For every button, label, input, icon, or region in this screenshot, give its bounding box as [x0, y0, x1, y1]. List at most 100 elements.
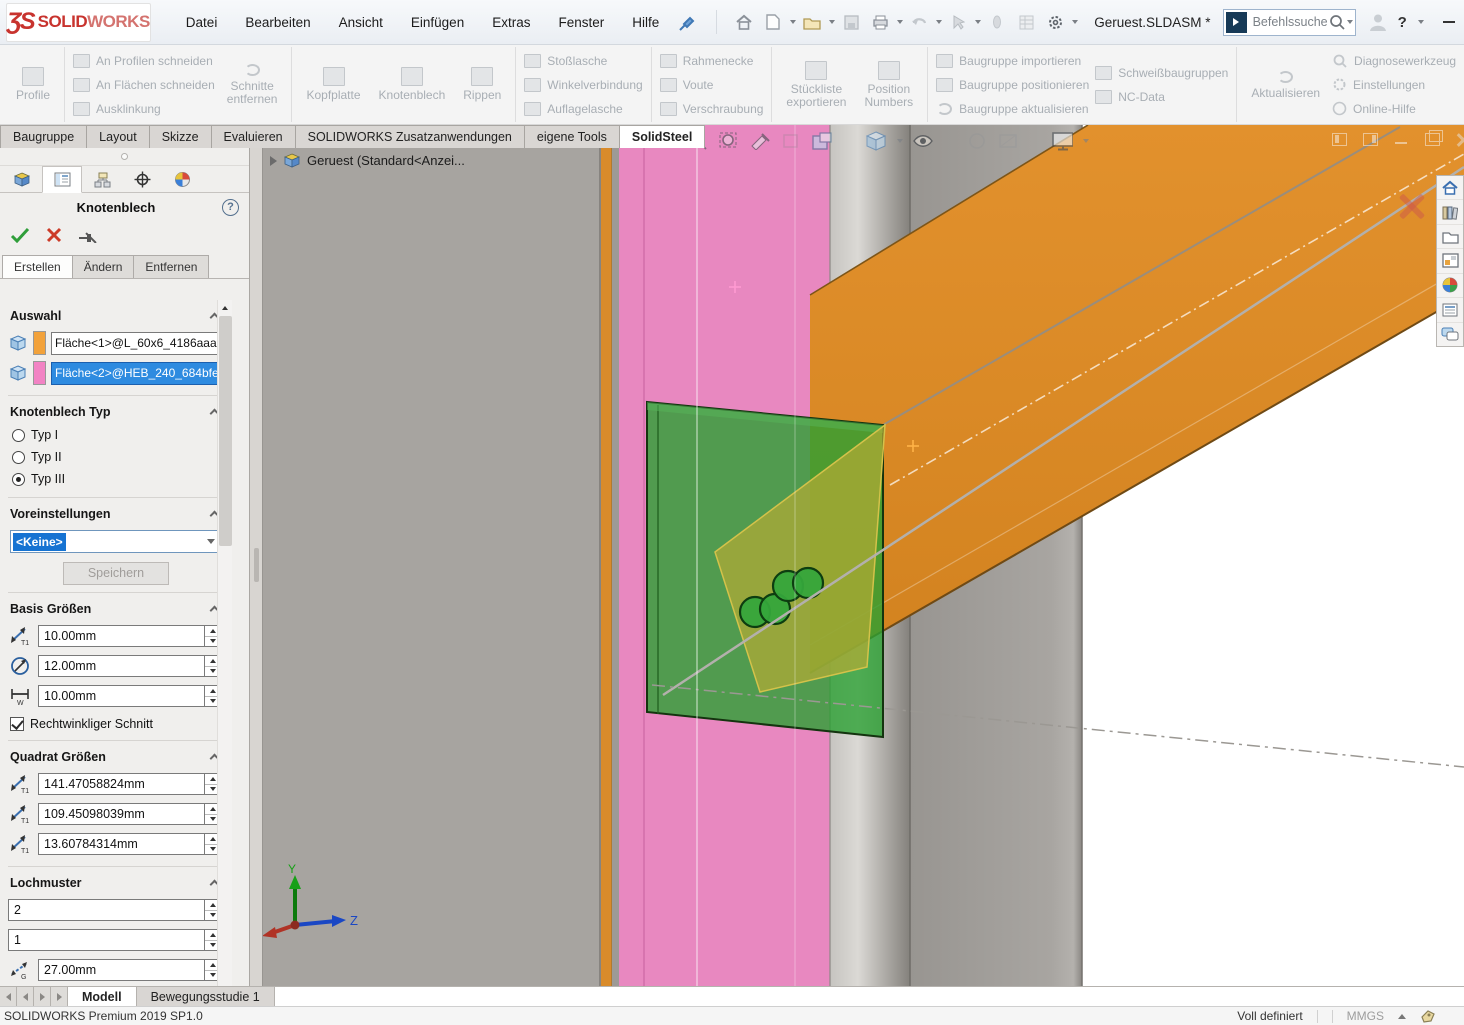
online-help-button[interactable]: Online-Hilfe	[1332, 99, 1456, 119]
new-document-caret-icon[interactable]	[790, 20, 796, 24]
position-assembly-button[interactable]: Baugruppe positionieren	[936, 75, 1089, 95]
radio-typ-2[interactable]: Typ II	[0, 446, 232, 468]
help-icon[interactable]: ?	[222, 199, 239, 216]
end-plate-button[interactable]: Kopfplatte	[300, 67, 366, 102]
tab-skizze[interactable]: Skizze	[149, 125, 212, 148]
settings-button[interactable]: Einstellungen	[1332, 75, 1456, 95]
undo-caret-icon[interactable]	[936, 20, 942, 24]
preset-dropdown[interactable]: <Keine>	[10, 530, 222, 553]
cope-button[interactable]: Ausklinkung	[73, 99, 215, 119]
menu-hilfe[interactable]: Hilfe	[619, 9, 672, 36]
configuration-manager-tab[interactable]	[82, 166, 122, 193]
tree-expand-icon[interactable]	[270, 156, 277, 166]
thickness-field[interactable]: 10.00mm	[38, 625, 222, 647]
orientation-caret-icon[interactable]	[897, 139, 903, 143]
mode-erstellen-tab[interactable]: Erstellen	[2, 255, 73, 278]
command-search[interactable]: Befehlssuche	[1223, 9, 1356, 36]
help-caret-icon[interactable]	[1418, 20, 1424, 24]
menu-einfuegen[interactable]: Einfügen	[398, 9, 477, 36]
quadrat-field-3[interactable]: 13.60784314mm	[38, 833, 222, 855]
new-document-icon[interactable]	[760, 10, 786, 34]
diameter-field[interactable]: 12.00mm	[38, 655, 222, 677]
unit-system[interactable]: MMGS	[1347, 1009, 1384, 1023]
import-assembly-button[interactable]: Baugruppe importieren	[936, 51, 1089, 71]
vertical-profile-edge-selected[interactable]	[601, 125, 612, 986]
diagnostics-button[interactable]: Diagnosewerkzeug	[1332, 51, 1456, 71]
feature-tree-tab[interactable]	[2, 166, 42, 193]
section-voreinstellungen-header[interactable]: Voreinstellungen	[0, 498, 232, 526]
tab-evaluieren[interactable]: Evaluieren	[211, 125, 296, 148]
profile-button[interactable]: Profile	[10, 67, 56, 102]
menu-extras[interactable]: Extras	[479, 9, 543, 36]
magnifier-icon[interactable]	[1328, 13, 1346, 31]
select-caret-icon[interactable]	[975, 20, 981, 24]
forum-icon[interactable]	[1437, 323, 1463, 346]
motion-study-tab[interactable]: Bewegungsstudie 1	[137, 987, 275, 1006]
tab-solidsteel[interactable]: SolidSteel	[619, 125, 705, 148]
toggle-right-pane-icon[interactable]	[1363, 133, 1378, 146]
hole-count-field-2[interactable]: 1	[8, 929, 222, 951]
doc-minimize-icon[interactable]	[1394, 133, 1409, 146]
tag-icon[interactable]	[1420, 1009, 1436, 1023]
scrollbar-thumb[interactable]	[219, 316, 232, 546]
section-basis-header[interactable]: Basis Größen	[0, 593, 232, 621]
section-auswahl-header[interactable]: Auswahl	[0, 300, 232, 328]
section-typ-header[interactable]: Knotenblech Typ	[0, 396, 232, 424]
home-icon[interactable]	[731, 10, 757, 34]
section-view-icon[interactable]	[749, 131, 771, 151]
doc-restore-icon[interactable]	[1425, 133, 1440, 146]
panel-resize-handle[interactable]	[0, 148, 249, 166]
ok-button[interactable]	[10, 227, 30, 243]
magnet-icon[interactable]	[984, 10, 1010, 34]
support-plate-button[interactable]: Auflagelasche	[524, 99, 642, 119]
minimize-button[interactable]	[1434, 10, 1464, 34]
save-preset-button[interactable]: Speichern	[63, 562, 169, 585]
selection-input-1[interactable]: Fläche<1>@L_60x6_4186aaa7-(	[51, 332, 224, 355]
last-tab-icon[interactable]	[51, 987, 68, 1006]
settings-gear-icon[interactable]	[1042, 10, 1068, 34]
pin-button[interactable]	[78, 227, 98, 243]
menu-fenster[interactable]: Fenster	[545, 9, 617, 36]
cut-at-profiles-button[interactable]: An Profilen schneiden	[73, 51, 215, 71]
menu-ansicht[interactable]: Ansicht	[326, 9, 396, 36]
tab-zusatzanwendungen[interactable]: SOLIDWORKS Zusatzanwendungen	[295, 125, 525, 148]
prev-tab-icon[interactable]	[17, 987, 34, 1006]
search-input[interactable]: Befehlssuche	[1247, 15, 1328, 29]
toggle-left-pane-icon[interactable]	[1332, 133, 1347, 146]
position-numbers-button[interactable]: Position Numbers	[858, 61, 919, 109]
open-icon[interactable]	[799, 10, 825, 34]
width-field[interactable]: 10.00mm	[38, 685, 222, 707]
update-assembly-button[interactable]: Baugruppe aktualisieren	[936, 99, 1089, 119]
ribs-button[interactable]: Rippen	[457, 67, 507, 102]
property-manager-tab[interactable]	[42, 166, 82, 193]
appearances-icon[interactable]	[1437, 274, 1463, 298]
cancel-button[interactable]	[46, 227, 62, 243]
refresh-button[interactable]: Aktualisieren	[1245, 70, 1326, 100]
print-caret-icon[interactable]	[897, 20, 903, 24]
tab-eigene-tools[interactable]: eigene Tools	[524, 125, 620, 148]
dimxpert-manager-tab[interactable]	[122, 166, 162, 193]
menu-bearbeiten[interactable]: Bearbeiten	[232, 9, 323, 36]
apply-scene-icon[interactable]	[997, 131, 1019, 151]
haunch-button[interactable]: Voute	[660, 75, 764, 95]
print-icon[interactable]	[867, 10, 893, 34]
nc-data-button[interactable]: NC-Data	[1095, 87, 1228, 107]
tab-layout[interactable]: Layout	[86, 125, 150, 148]
hole-spacing-field-1[interactable]: 27.00mm	[38, 959, 222, 981]
gusset-plate-button[interactable]: Knotenblech	[373, 67, 452, 102]
first-tab-icon[interactable]	[0, 987, 17, 1006]
radio-typ-1[interactable]: Typ I	[0, 424, 232, 446]
display-style-icon[interactable]	[811, 131, 833, 151]
column-face-left[interactable]	[250, 125, 602, 986]
mode-aendern-tab[interactable]: Ändern	[72, 255, 135, 278]
zoom-to-area-icon[interactable]	[718, 131, 740, 151]
menu-datei[interactable]: Datei	[173, 9, 231, 36]
remove-cuts-button[interactable]: Schnitte entfernen	[221, 63, 284, 106]
pin-menu-icon[interactable]	[676, 11, 698, 33]
view-orientation-cube-icon[interactable]	[865, 131, 887, 151]
display-manager-tab[interactable]	[162, 166, 202, 193]
graphics-area[interactable]: Z Y X Geruest (Standard<Anzei...	[250, 125, 1464, 986]
settings-caret-icon[interactable]	[1072, 20, 1078, 24]
edit-appearance-icon[interactable]	[966, 131, 988, 151]
status-expand-icon[interactable]	[1398, 1014, 1406, 1019]
